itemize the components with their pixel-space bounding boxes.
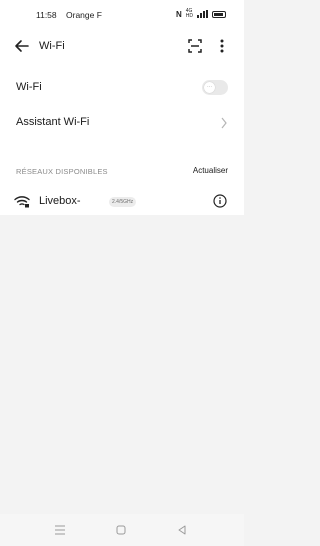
system-nav-bar bbox=[0, 514, 244, 546]
network-type-icon: 4G HD bbox=[186, 9, 193, 19]
nav-back-icon[interactable] bbox=[176, 524, 188, 536]
back-arrow-icon[interactable] bbox=[12, 36, 32, 56]
chevron-right-icon bbox=[221, 117, 227, 129]
wifi-label: Wi-Fi bbox=[16, 81, 42, 93]
available-networks-header: RÉSEAUX DISPONIBLES Actualiser bbox=[0, 164, 244, 180]
refresh-button[interactable]: Actualiser bbox=[193, 166, 228, 175]
info-icon[interactable] bbox=[213, 194, 227, 208]
network-item[interactable]: Livebox- 2.4/5GHz bbox=[0, 192, 244, 212]
toggle-knob-icon: ··· bbox=[204, 82, 215, 93]
wifi-toggle-row[interactable]: Wi-Fi ··· bbox=[0, 77, 244, 99]
battery-icon bbox=[212, 10, 226, 18]
status-carrier: Orange F bbox=[66, 10, 102, 20]
app-bar: Wi-Fi bbox=[0, 32, 244, 60]
wifi-toggle[interactable]: ··· bbox=[202, 80, 228, 95]
nfc-icon: N bbox=[175, 9, 182, 19]
more-vert-icon[interactable] bbox=[214, 37, 230, 55]
network-ssid: Livebox- bbox=[39, 195, 81, 207]
status-bar: 11:58 Orange F N 4G HD bbox=[0, 0, 244, 28]
status-time: 11:58 bbox=[36, 10, 57, 20]
home-icon[interactable] bbox=[116, 525, 126, 535]
assistant-wifi-row[interactable]: Assistant Wi-Fi bbox=[0, 112, 244, 134]
available-networks-title: RÉSEAUX DISPONIBLES bbox=[16, 167, 108, 176]
page-title: Wi-Fi bbox=[39, 40, 65, 52]
recents-icon[interactable] bbox=[54, 525, 66, 535]
settings-panel: 11:58 Orange F N 4G HD Wi-Fi Wi-Fi ··· A… bbox=[0, 0, 244, 215]
status-icons: N 4G HD bbox=[176, 9, 226, 19]
network-band-badge: 2.4/5GHz bbox=[109, 197, 137, 207]
network-type-bottom: HD bbox=[185, 13, 193, 19]
qr-scan-icon[interactable] bbox=[186, 37, 204, 55]
assistant-wifi-label: Assistant Wi-Fi bbox=[16, 116, 90, 128]
signal-icon bbox=[197, 10, 208, 18]
wifi-lock-icon bbox=[14, 196, 30, 208]
